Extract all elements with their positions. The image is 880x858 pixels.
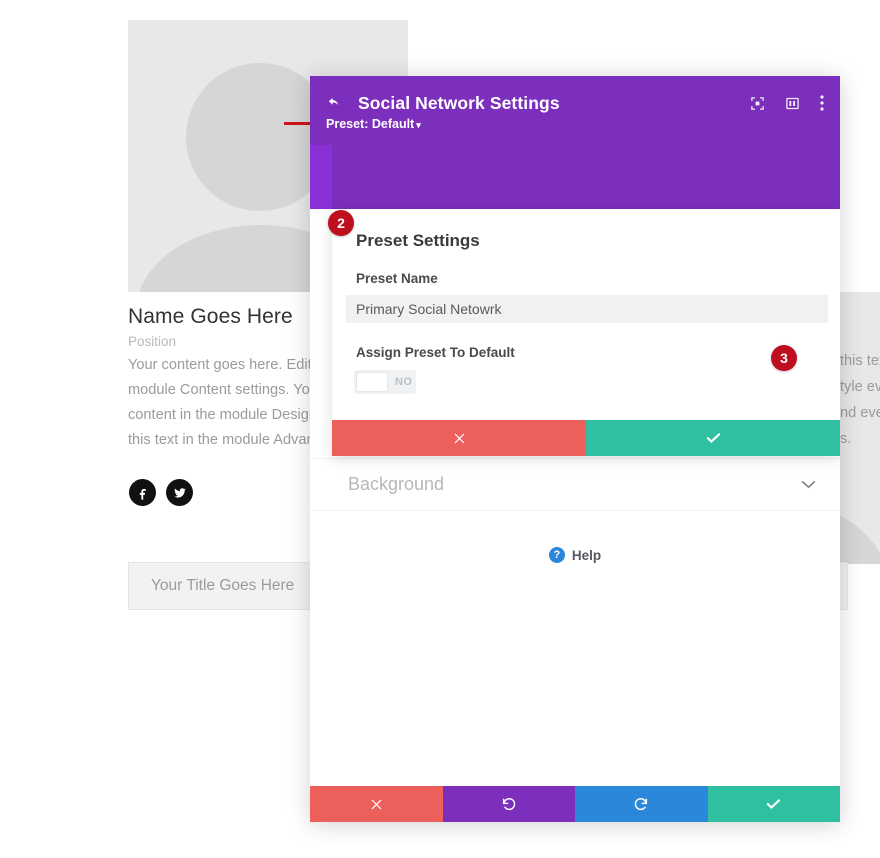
preset-cancel-button[interactable]	[332, 420, 586, 456]
modal-body: Link Background ? Help Preset Settings P…	[310, 145, 840, 786]
help-icon[interactable]: ?	[548, 547, 565, 563]
help-label[interactable]: Help	[572, 548, 601, 563]
preset-settings-title: Preset Settings	[356, 231, 480, 250]
footer-undo-button[interactable]	[442, 786, 575, 822]
preset-settings-panel[interactable]: Preset Settings Preset Name Assign Prese…	[332, 209, 840, 456]
footer-redo-button[interactable]	[575, 786, 708, 822]
back-arrow-icon[interactable]	[326, 96, 352, 111]
preset-name-label: Preset Name	[356, 271, 438, 286]
footer-save-button[interactable]	[707, 786, 840, 822]
modal-title: Social Network Settings	[358, 92, 560, 113]
preset-name-input[interactable]	[346, 295, 828, 323]
help-row[interactable]: ? Help	[310, 547, 840, 563]
social-network-settings-modal[interactable]: Social Network Settings Preset: Default …	[310, 76, 840, 822]
modal-footer	[310, 786, 840, 822]
chevron-down-icon[interactable]	[801, 476, 816, 494]
annotation-badge-3: 3	[771, 345, 797, 371]
preset-save-button[interactable]	[586, 420, 840, 456]
assign-preset-toggle[interactable]: NO	[354, 370, 416, 394]
twitter-icon[interactable]	[166, 479, 193, 506]
layout-columns-icon[interactable]	[785, 96, 800, 111]
modal-purple-strip	[310, 145, 840, 209]
social-icons-row[interactable]	[129, 479, 193, 506]
assign-preset-label: Assign Preset To Default	[356, 345, 515, 360]
right-column-text-fragments: this tex tyle eve nd ever s.	[840, 353, 880, 447]
toggle-knob	[356, 372, 388, 392]
modal-header: Social Network Settings Preset: Default …	[310, 76, 840, 145]
section-label-background: Background	[348, 474, 445, 494]
modal-purple-strip-inner	[310, 145, 332, 209]
annotation-badge-2: 2	[328, 210, 354, 236]
toggle-value: NO	[395, 376, 413, 388]
preset-selector-label: Preset: Default	[326, 117, 415, 131]
facebook-icon[interactable]	[129, 479, 156, 506]
section-row-background[interactable]: Background	[310, 459, 840, 511]
chevron-down-icon: ▾	[416, 120, 421, 130]
focus-mode-icon[interactable]	[750, 96, 765, 111]
kebab-menu-icon[interactable]	[820, 95, 824, 111]
preset-selector[interactable]: Preset: Default ▾	[326, 117, 421, 131]
footer-cancel-button[interactable]	[310, 786, 443, 822]
title-box-text: Your Title Goes Here	[151, 577, 295, 594]
